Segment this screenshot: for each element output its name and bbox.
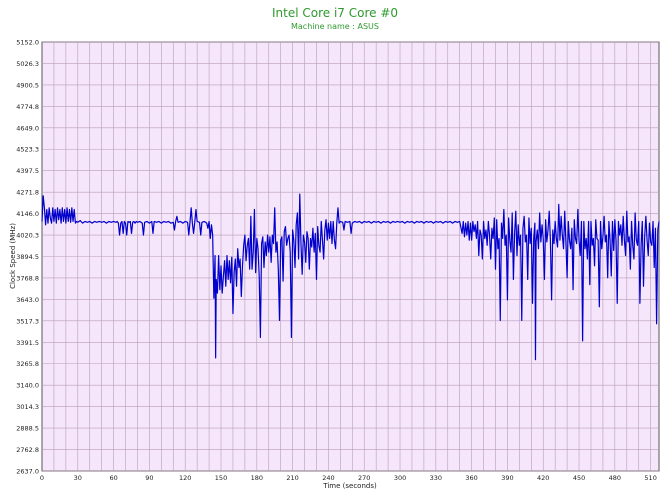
x-axis-ticks: 0 30 60 90 120 150 180 210 240 270 300 330 360 390 420… [40, 474, 657, 482]
x-tick-label: 60 [109, 474, 117, 482]
y-tick-label: 4020.3 [16, 232, 39, 240]
x-tick-label: 270 [358, 474, 370, 482]
x-tick-label: 330 [430, 474, 442, 482]
y-tick-label: 4523.3 [16, 146, 39, 154]
y-tick-label: 4900.5 [16, 81, 39, 89]
y-tick-label: 2888.5 [16, 425, 39, 433]
x-tick-label: 390 [501, 474, 513, 482]
x-tick-label: 420 [537, 474, 549, 482]
x-tick-label: 90 [145, 474, 153, 482]
y-tick-label: 3643.0 [16, 296, 39, 304]
y-tick-label: 5026.3 [16, 60, 39, 68]
y-tick-label: 3265.8 [16, 360, 39, 368]
y-tick-label: 4649.0 [16, 124, 39, 132]
x-tick-label: 0 [40, 474, 44, 482]
x-tick-label: 480 [609, 474, 621, 482]
x-tick-label: 240 [322, 474, 334, 482]
x-tick-label: 450 [573, 474, 585, 482]
y-tick-label: 3768.8 [16, 274, 39, 282]
y-tick-label: 5152.0 [16, 39, 39, 47]
x-tick-label: 30 [74, 474, 82, 482]
y-tick-label: 4774.8 [16, 103, 39, 111]
x-tick-label: 360 [465, 474, 477, 482]
x-tick-label: 210 [286, 474, 298, 482]
x-tick-label: 180 [251, 474, 263, 482]
y-tick-label: 3014.3 [16, 403, 39, 411]
x-tick-label: 150 [215, 474, 227, 482]
clock-speed-chart: Intel Core i7 Core #0 Machine name : ASU… [9, 6, 660, 490]
y-tick-label: 4146.0 [16, 210, 39, 218]
y-tick-label: 2762.8 [16, 446, 39, 454]
x-tick-label: 510 [644, 474, 656, 482]
y-axis-ticks: 5152.0 5026.3 4900.5 4774.8 4649.0 4523.3 4397… [16, 39, 39, 476]
y-tick-label: 3894.5 [16, 253, 39, 261]
x-tick-label: 120 [179, 474, 191, 482]
y-tick-label: 4397.5 [16, 167, 39, 175]
chart-subtitle: Machine name : ASUS [291, 22, 379, 31]
chart-title: Intel Core i7 Core #0 [272, 6, 398, 20]
y-axis-label: Clock Speed (MHz) [9, 223, 17, 289]
y-tick-label: 4271.8 [16, 189, 39, 197]
x-tick-label: 300 [394, 474, 406, 482]
y-tick-label: 3517.3 [16, 317, 39, 325]
y-tick-label: 2637.0 [16, 468, 39, 476]
y-tick-label: 3140.0 [16, 382, 39, 390]
x-axis-label: Time (seconds) [322, 482, 377, 490]
y-tick-label: 3391.5 [16, 339, 39, 347]
